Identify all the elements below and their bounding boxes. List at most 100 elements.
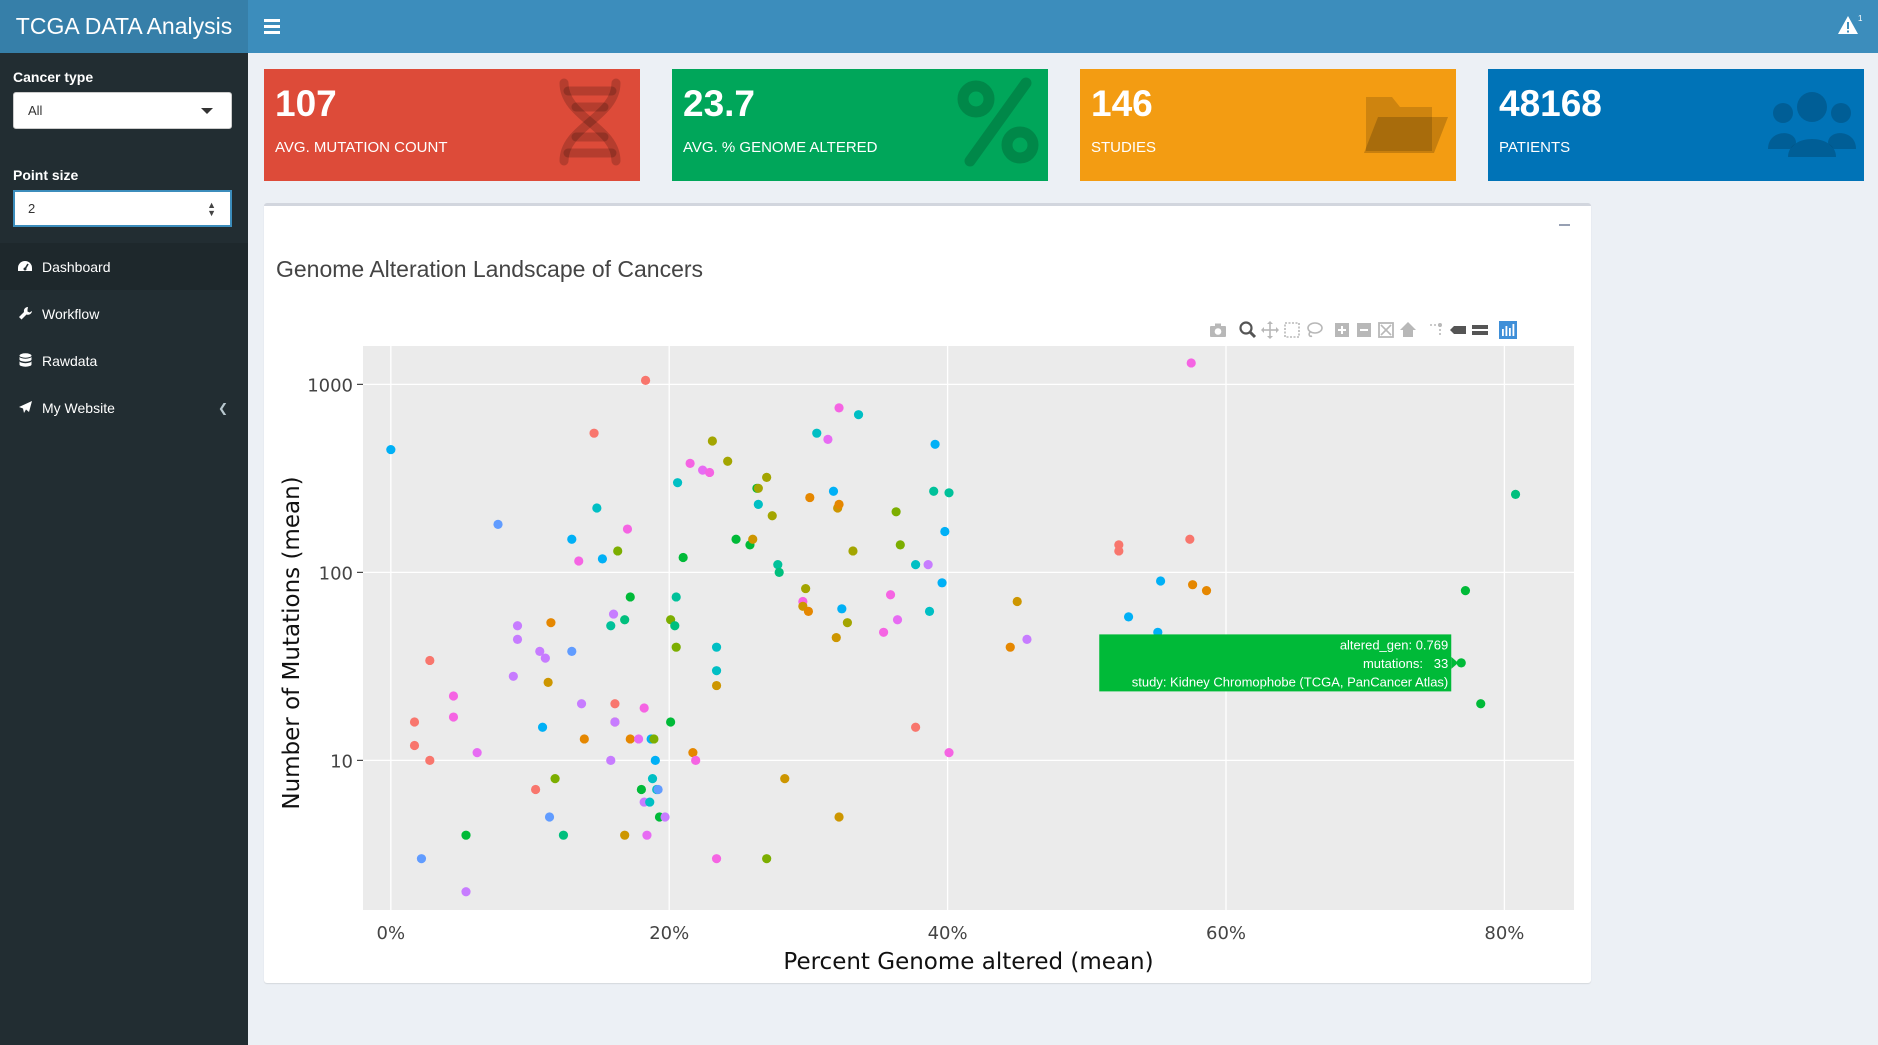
data-point[interactable] (645, 797, 655, 807)
data-point[interactable] (625, 734, 635, 744)
data-point[interactable] (885, 590, 896, 600)
data-point[interactable] (543, 677, 553, 687)
data-point[interactable] (634, 734, 644, 744)
data-point[interactable] (589, 428, 599, 438)
data-point[interactable] (1022, 634, 1032, 645)
data-point[interactable] (923, 559, 933, 570)
data-point[interactable] (567, 534, 577, 544)
data-point[interactable] (831, 632, 841, 643)
data-point[interactable] (753, 499, 763, 509)
data-point[interactable] (929, 486, 939, 496)
data-point[interactable] (1005, 642, 1015, 652)
data-point[interactable] (540, 653, 550, 663)
data-point[interactable] (461, 830, 471, 840)
data-point[interactable] (711, 680, 722, 691)
data-point[interactable] (579, 734, 589, 744)
chevron-left-icon[interactable]: ❮ (218, 401, 228, 415)
sidebar-item-dashboard[interactable]: Dashboard (0, 243, 248, 290)
data-point[interactable] (773, 559, 783, 570)
data-point[interactable] (610, 717, 620, 727)
data-point[interactable] (891, 507, 901, 517)
sidebar-item-workflow[interactable]: Workflow (0, 290, 248, 337)
data-point[interactable] (823, 434, 833, 444)
data-point[interactable] (1476, 699, 1486, 709)
data-point[interactable] (512, 621, 523, 631)
collapse-icon[interactable] (1559, 216, 1577, 234)
data-point[interactable] (748, 534, 758, 544)
data-point[interactable] (592, 503, 602, 513)
point-size-input[interactable]: 2 ▲ ▼ (13, 190, 232, 227)
data-point[interactable] (597, 554, 608, 564)
data-point[interactable] (762, 854, 772, 864)
warning-icon[interactable]: 1 (1836, 12, 1864, 40)
data-point[interactable] (672, 478, 683, 488)
data-point[interactable] (567, 646, 577, 656)
data-point[interactable] (606, 755, 616, 765)
data-point[interactable] (544, 812, 555, 822)
scatter-plot[interactable]: 0% 20% 40% 60% 80% 10 100 1000 Percent Genome a… (264, 335, 1591, 980)
data-point[interactable] (780, 773, 790, 784)
data-point[interactable] (416, 854, 427, 864)
data-point[interactable] (639, 703, 649, 713)
data-point[interactable] (834, 812, 844, 822)
data-point[interactable] (610, 699, 620, 709)
data-point[interactable] (801, 583, 811, 594)
data-point[interactable] (653, 784, 663, 795)
data-point[interactable] (620, 615, 630, 625)
data-point[interactable] (1185, 534, 1195, 544)
data-point[interactable] (723, 456, 733, 466)
data-point[interactable] (425, 655, 435, 666)
data-point[interactable] (409, 740, 420, 751)
data-point[interactable] (1123, 612, 1134, 622)
data-point[interactable] (576, 699, 587, 709)
data-point[interactable] (512, 634, 523, 645)
data-point[interactable] (508, 671, 518, 681)
data-point[interactable] (671, 592, 681, 602)
data-point[interactable] (878, 627, 889, 637)
data-point[interactable] (461, 887, 471, 897)
data-point[interactable] (803, 606, 814, 617)
data-point[interactable] (574, 556, 584, 566)
data-point[interactable] (767, 511, 777, 521)
data-point[interactable] (828, 486, 839, 496)
data-point[interactable] (493, 519, 503, 529)
data-point[interactable] (448, 691, 459, 701)
data-point[interactable] (613, 546, 623, 556)
data-point[interactable] (640, 375, 651, 385)
data-point[interactable] (944, 747, 954, 758)
data-point[interactable] (550, 773, 560, 784)
data-point[interactable] (848, 546, 858, 556)
data-point[interactable] (650, 755, 660, 765)
data-point[interactable] (812, 428, 822, 438)
data-point[interactable] (892, 615, 903, 625)
data-point[interactable] (944, 488, 954, 498)
data-point[interactable] (1188, 580, 1198, 590)
data-point[interactable] (425, 755, 435, 765)
data-point[interactable] (937, 578, 947, 588)
data-point[interactable] (622, 524, 633, 534)
data-point[interactable] (386, 444, 396, 455)
data-point[interactable] (647, 773, 658, 784)
data-point[interactable] (625, 592, 635, 602)
data-point[interactable] (853, 410, 864, 420)
data-point[interactable] (911, 722, 921, 732)
data-point[interactable] (606, 621, 616, 631)
data-point[interactable] (558, 830, 569, 840)
data-point[interactable] (924, 606, 935, 617)
data-point[interactable] (805, 492, 815, 503)
data-point[interactable] (546, 618, 556, 628)
data-point[interactable] (666, 717, 676, 727)
data-point[interactable] (409, 717, 420, 727)
data-point[interactable] (762, 472, 772, 483)
data-point[interactable] (911, 559, 921, 570)
data-point[interactable] (642, 830, 652, 840)
sidebar-toggle-icon[interactable] (264, 14, 288, 38)
data-point[interactable] (1510, 489, 1521, 499)
data-point[interactable] (834, 403, 844, 413)
spinner-icon[interactable]: ▲ ▼ (207, 201, 216, 218)
data-point[interactable] (711, 854, 722, 864)
data-point[interactable] (671, 642, 681, 652)
data-point[interactable] (704, 467, 715, 478)
sidebar-item-my-website[interactable]: My Website ❮ (0, 384, 248, 431)
data-point[interactable] (660, 812, 670, 822)
